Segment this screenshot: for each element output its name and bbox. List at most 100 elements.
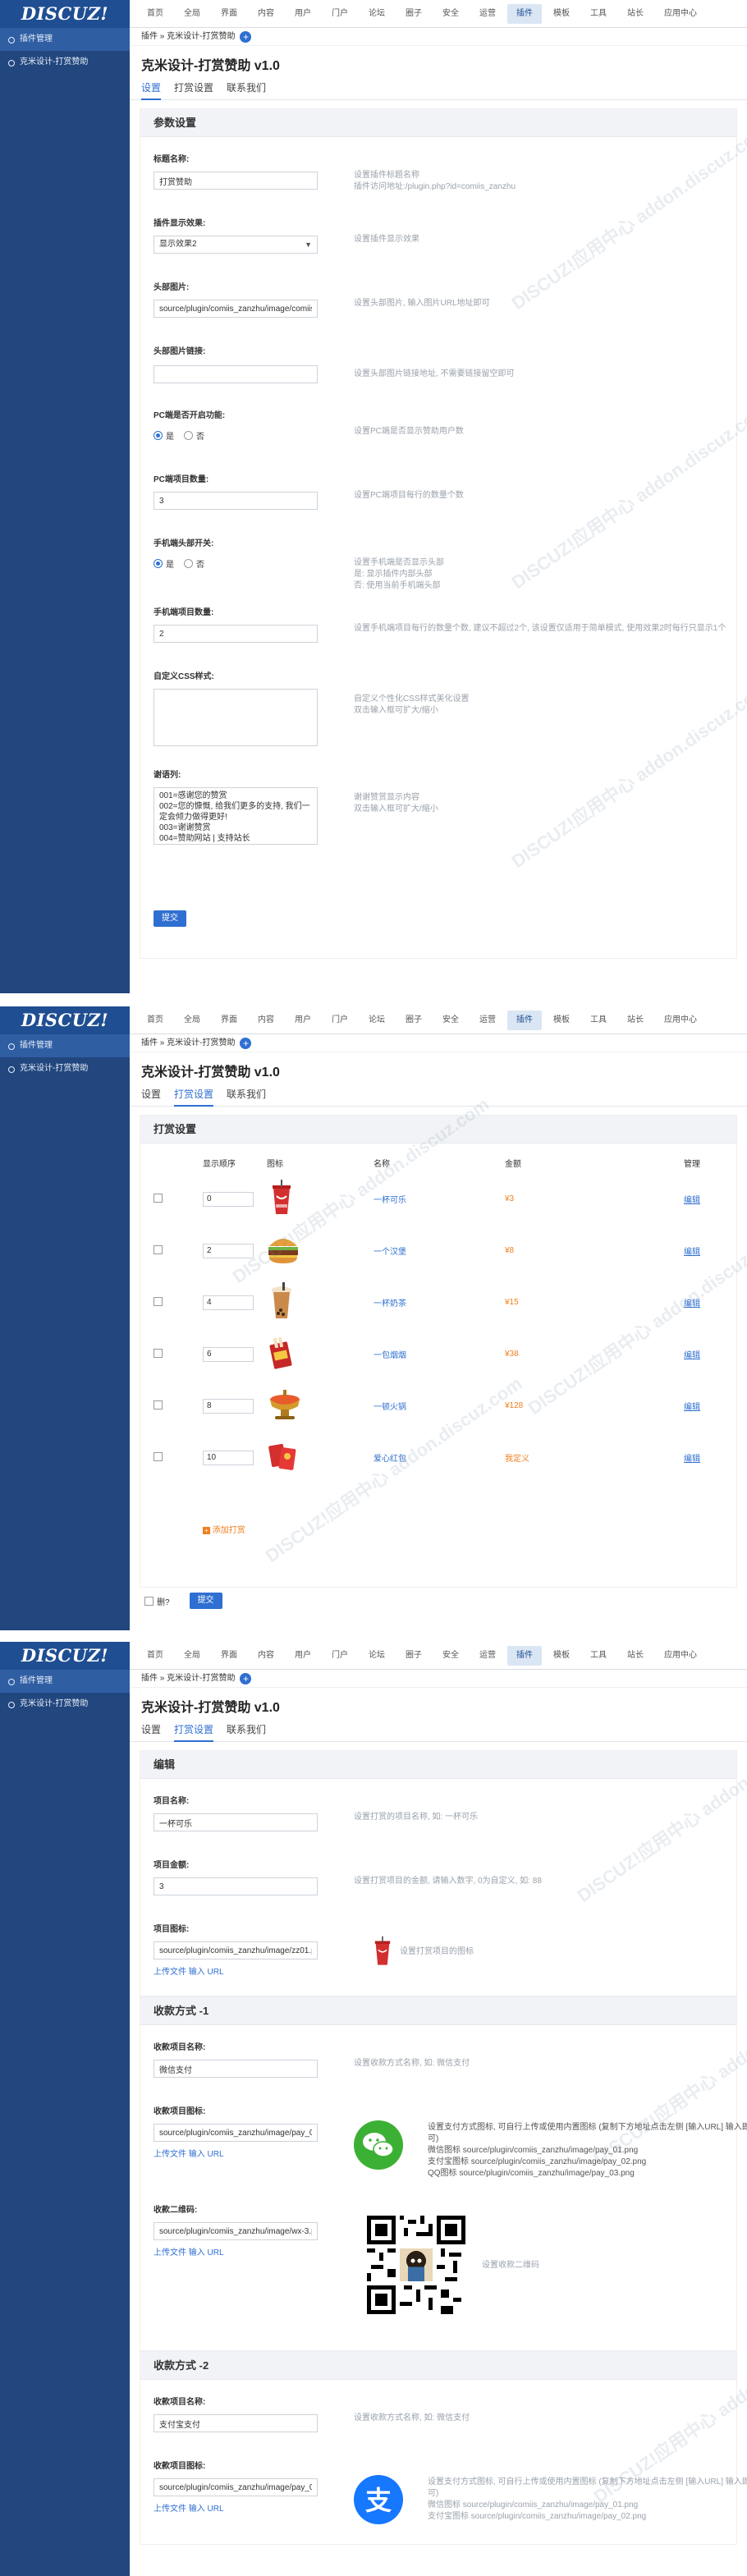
input-url-link[interactable]: 输入 URL (189, 1968, 224, 1977)
nav-portal[interactable]: 门户 (323, 4, 357, 24)
reward-name[interactable]: 一杯可乐 (374, 1196, 406, 1205)
reward-name[interactable]: 一包烟烟 (374, 1351, 406, 1360)
nav-tools[interactable]: 工具 (581, 1011, 616, 1030)
breadcrumb-text[interactable]: 插件 » 克米设计-打赏赞助 (141, 1038, 235, 1047)
edit-link[interactable]: 编辑 (684, 1351, 700, 1360)
tab-contact[interactable]: 联系我们 (227, 77, 266, 100)
pay2-name-input[interactable] (154, 2414, 318, 2432)
add-favorite-icon[interactable]: + (240, 31, 252, 43)
nav-style[interactable]: 界面 (212, 1646, 246, 1666)
sidebar-item-zanzhu[interactable]: 克米设计-打赏赞助 (0, 1057, 130, 1080)
reward-name[interactable]: 一个汉堡 (374, 1248, 406, 1257)
nav-safe[interactable]: 安全 (433, 4, 468, 24)
order-input[interactable]: 8 (203, 1398, 254, 1414)
nav-safe[interactable]: 安全 (433, 1011, 468, 1030)
title-input[interactable] (154, 172, 318, 190)
nav-content[interactable]: 内容 (249, 1011, 283, 1030)
nav-user[interactable]: 用户 (286, 4, 320, 24)
order-input[interactable]: 4 (203, 1295, 254, 1310)
tab-reward-settings[interactable]: 打赏设置 (174, 77, 213, 100)
discuz-logo[interactable]: DISCUZ! (0, 1006, 130, 1034)
header-link-input[interactable] (154, 365, 318, 383)
add-favorite-icon[interactable]: + (240, 1673, 252, 1684)
reward-name[interactable]: 一顿火锅 (374, 1403, 406, 1412)
header-img-input[interactable] (154, 300, 318, 318)
tab-contact[interactable]: 联系我们 (227, 1084, 266, 1107)
reward-name[interactable]: 爱心红包 (374, 1455, 406, 1464)
input-url-link[interactable]: 输入 URL (189, 2505, 224, 2514)
input-url-link[interactable]: 输入 URL (189, 2248, 224, 2257)
nav-user[interactable]: 用户 (286, 1646, 320, 1666)
upload-file-link[interactable]: 上传文件 (154, 2150, 186, 2159)
sidebar-item-zanzhu[interactable]: 克米设计-打赏赞助 (0, 1693, 130, 1716)
row-checkbox[interactable] (154, 1348, 163, 1358)
nav-template[interactable]: 模板 (544, 1646, 579, 1666)
nav-founder[interactable]: 站长 (618, 1646, 653, 1666)
nav-group[interactable]: 圈子 (396, 4, 431, 24)
nav-operation[interactable]: 运营 (470, 1011, 505, 1030)
nav-global[interactable]: 全局 (175, 1646, 209, 1666)
add-reward-link[interactable]: + 添加打赏 (203, 1523, 245, 1535)
sidebar-item-plugin-manage[interactable]: 插件管理 (0, 1670, 130, 1693)
reward-name[interactable]: 一杯奶茶 (374, 1299, 406, 1309)
order-input[interactable]: 10 (203, 1450, 254, 1465)
nav-tools[interactable]: 工具 (581, 4, 616, 24)
row-checkbox[interactable] (154, 1451, 163, 1461)
nav-founder[interactable]: 站长 (618, 1011, 653, 1030)
edit-link[interactable]: 编辑 (684, 1403, 700, 1412)
breadcrumb-text[interactable]: 插件 » 克米设计-打赏赞助 (141, 32, 235, 41)
row-checkbox[interactable] (154, 1193, 163, 1203)
sidebar-item-zanzhu[interactable]: 克米设计-打赏赞助 (0, 51, 130, 74)
sidebar-item-plugin-manage[interactable]: 插件管理 (0, 1034, 130, 1057)
delete-checkbox[interactable] (144, 1596, 154, 1606)
nav-founder[interactable]: 站长 (618, 4, 653, 24)
effect-select[interactable]: 显示效果2 ▼ (154, 236, 318, 254)
edit-link[interactable]: 编辑 (684, 1248, 700, 1257)
nav-portal[interactable]: 门户 (323, 1646, 357, 1666)
sidebar-item-plugin-manage[interactable]: 插件管理 (0, 28, 130, 51)
words-textarea[interactable]: 001=感谢您的赞赏 002=您的慷慨, 给我们更多的支持, 我们一定会倾力做得… (154, 787, 318, 845)
nav-template[interactable]: 模板 (544, 1011, 579, 1030)
item-amount-input[interactable] (154, 1877, 318, 1895)
nav-forum[interactable]: 论坛 (360, 1646, 394, 1666)
edit-link[interactable]: 编辑 (684, 1455, 700, 1464)
upload-file-link[interactable]: 上传文件 (154, 2248, 186, 2257)
nav-home[interactable]: 首页 (138, 1646, 172, 1666)
tab-settings[interactable]: 设置 (141, 1084, 161, 1107)
upload-file-link[interactable]: 上传文件 (154, 1968, 186, 1977)
nav-plugin[interactable]: 插件 (507, 4, 542, 24)
add-favorite-icon[interactable]: + (240, 1038, 252, 1049)
nav-portal[interactable]: 门户 (323, 1011, 357, 1030)
nav-content[interactable]: 内容 (249, 1646, 283, 1666)
nav-user[interactable]: 用户 (286, 1011, 320, 1030)
nav-tools[interactable]: 工具 (581, 1646, 616, 1666)
tab-contact[interactable]: 联系我们 (227, 1719, 266, 1742)
nav-global[interactable]: 全局 (175, 1011, 209, 1030)
tab-reward-settings[interactable]: 打赏设置 (174, 1719, 214, 1742)
nav-global[interactable]: 全局 (175, 4, 209, 24)
nav-forum[interactable]: 论坛 (360, 4, 394, 24)
discuz-logo[interactable]: DISCUZ! (0, 1642, 130, 1670)
pay2-icon-input[interactable] (154, 2478, 318, 2496)
nav-style[interactable]: 界面 (212, 4, 246, 24)
radio-yes[interactable] (154, 559, 163, 568)
nav-safe[interactable]: 安全 (433, 1646, 468, 1666)
order-input[interactable]: 0 (203, 1191, 254, 1207)
tab-settings[interactable]: 设置 (141, 1719, 161, 1742)
discuz-logo[interactable]: DISCUZ! (0, 0, 130, 28)
breadcrumb-text[interactable]: 插件 » 克米设计-打赏赞助 (141, 1674, 235, 1683)
row-checkbox[interactable] (154, 1244, 163, 1254)
tab-reward-settings[interactable]: 打赏设置 (174, 1084, 214, 1107)
tab-settings[interactable]: 设置 (141, 77, 162, 100)
nav-cloud[interactable]: 应用中心 (655, 4, 706, 24)
nav-forum[interactable]: 论坛 (360, 1011, 394, 1030)
nav-cloud[interactable]: 应用中心 (655, 1646, 706, 1666)
pay1-name-input[interactable] (154, 2060, 318, 2078)
nav-template[interactable]: 模板 (544, 4, 579, 24)
nav-style[interactable]: 界面 (212, 1011, 246, 1030)
order-input[interactable]: 6 (203, 1346, 254, 1362)
pc-num-input[interactable] (154, 492, 318, 510)
nav-plugin[interactable]: 插件 (507, 1646, 542, 1666)
mobile-num-input[interactable] (154, 625, 318, 643)
submit-button[interactable]: 提交 (189, 1593, 222, 1609)
